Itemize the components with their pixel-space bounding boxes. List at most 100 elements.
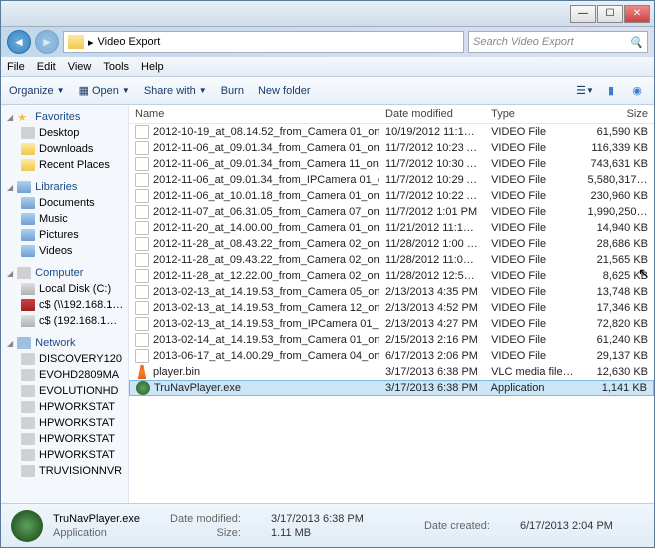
file-row[interactable]: 2013-02-14_at_14.19.53_from_Camera 01_on… (129, 332, 654, 348)
burn-button[interactable]: Burn (221, 85, 244, 97)
sidebar-item-network-5[interactable]: HPWORKSTAT (1, 431, 128, 447)
sidebar-item-desktop[interactable]: Desktop (1, 125, 128, 141)
drive-icon (21, 283, 35, 295)
breadcrumb-folder[interactable]: Video Export (98, 36, 161, 48)
file-date: 2/13/2013 4:52 PM (379, 302, 485, 314)
sidebar-item-recent[interactable]: Recent Places (1, 157, 128, 173)
file-size: 14,940 KB (582, 222, 654, 234)
close-button[interactable]: ✕ (624, 5, 650, 23)
sidebar-item-network-4[interactable]: HPWORKSTAT (1, 415, 128, 431)
sidebar-item-network-2[interactable]: EVOLUTIONHD (1, 383, 128, 399)
file-row[interactable]: 2012-11-20_at_14.00.00_from_Camera 01_on… (129, 220, 654, 236)
file-row[interactable]: 2013-02-13_at_14.19.53_from_IPCamera 01_… (129, 316, 654, 332)
favorites-group[interactable]: ◢★Favorites (1, 109, 128, 125)
file-name: 2012-11-06_at_09.01.34_from_IPCamera 01_… (153, 174, 379, 186)
file-row[interactable]: TruNavPlayer.exe3/17/2013 6:38 PMApplica… (129, 380, 654, 396)
file-date: 10/19/2012 11:13 … (379, 126, 485, 138)
file-list[interactable]: 2012-10-19_at_08.14.52_from_Camera 01_on… (129, 124, 654, 503)
sidebar-item-netdrive1[interactable]: c$ (\\192.168.1… (1, 297, 128, 313)
open-button[interactable]: ▦Open▼ (79, 84, 130, 97)
file-row[interactable]: 2012-11-06_at_09.01.34_from_Camera 11_on… (129, 156, 654, 172)
file-size: 17,346 KB (582, 302, 654, 314)
network-group[interactable]: ◢Network (1, 335, 128, 351)
file-size: 61,590 KB (582, 126, 654, 138)
libraries-group[interactable]: ◢Libraries (1, 179, 128, 195)
menu-edit[interactable]: Edit (37, 61, 56, 73)
forward-button[interactable]: ► (35, 30, 59, 54)
col-size[interactable]: Size (582, 108, 654, 120)
col-name[interactable]: Name (129, 108, 379, 120)
file-row[interactable]: 2012-11-06_at_09.01.34_from_IPCamera 01_… (129, 172, 654, 188)
sidebar-item-documents[interactable]: Documents (1, 195, 128, 211)
sidebar-item-network-6[interactable]: HPWORKSTAT (1, 447, 128, 463)
computer-icon (21, 353, 35, 365)
file-row[interactable]: player.bin3/17/2013 6:38 PMVLC media fil… (129, 364, 654, 380)
new-folder-button[interactable]: New folder (258, 85, 311, 97)
file-name: TruNavPlayer.exe (154, 382, 241, 394)
sidebar-item-localdisk[interactable]: Local Disk (C:) (1, 281, 128, 297)
file-type: VLC media file (.bi… (485, 366, 581, 378)
file-size: 72,820 KB (582, 318, 654, 330)
file-row[interactable]: 2012-11-06_at_10.01.18_from_Camera 01_on… (129, 188, 654, 204)
file-icon (135, 205, 149, 219)
view-options-button[interactable]: ☰ ▼ (576, 82, 594, 100)
help-button[interactable]: ◉ (628, 82, 646, 100)
file-name: 2013-06-17_at_14.00.29_from_Camera 04_on… (153, 350, 379, 362)
column-headers: Name Date modified Type Size (129, 105, 654, 124)
file-type: Application (485, 382, 581, 394)
sidebar-item-network-7[interactable]: TRUVISIONNVR (1, 463, 128, 479)
file-row[interactable]: 2013-02-13_at_14.19.53_from_Camera 12_on… (129, 300, 654, 316)
menu-help[interactable]: Help (141, 61, 164, 73)
file-date: 11/28/2012 12:56 … (379, 270, 485, 282)
file-row[interactable]: 2012-11-28_at_08.43.22_from_Camera 02_on… (129, 236, 654, 252)
menu-tools[interactable]: Tools (103, 61, 129, 73)
organize-button[interactable]: Organize▼ (9, 85, 65, 97)
sidebar-item-pictures[interactable]: Pictures (1, 227, 128, 243)
computer-group[interactable]: ◢Computer (1, 265, 128, 281)
file-type: VIDEO File (485, 190, 581, 202)
file-name: player.bin (153, 366, 200, 378)
computer-icon (21, 385, 35, 397)
window-controls: — ☐ ✕ (570, 5, 650, 23)
file-icon (135, 317, 149, 331)
sidebar-item-videos[interactable]: Videos (1, 243, 128, 259)
sidebar-item-music[interactable]: Music (1, 211, 128, 227)
file-row[interactable]: 2013-06-17_at_14.00.29_from_Camera 04_on… (129, 348, 654, 364)
file-name: 2012-10-19_at_08.14.52_from_Camera 01_on… (153, 126, 379, 138)
sidebar-item-network-1[interactable]: EVOHD2809MA (1, 367, 128, 383)
address-bar-row: ◄ ► ▸ Video Export Search Video Export 🔍 (1, 27, 654, 57)
file-row[interactable]: 2012-11-28_at_12.22.00_from_Camera 02_on… (129, 268, 654, 284)
address-box[interactable]: ▸ Video Export (63, 31, 464, 53)
file-date: 11/28/2012 1:00 PM (379, 238, 485, 250)
file-icon (135, 125, 149, 139)
sidebar-item-network-0[interactable]: DISCOVERY120 (1, 351, 128, 367)
file-icon (135, 301, 149, 315)
library-icon (21, 197, 35, 209)
col-type[interactable]: Type (485, 108, 581, 120)
col-date[interactable]: Date modified (379, 108, 485, 120)
menu-view[interactable]: View (68, 61, 92, 73)
share-button[interactable]: Share with▼ (144, 85, 207, 97)
sidebar-item-netdrive2[interactable]: c$ (192.168.1… (1, 313, 128, 329)
file-date: 11/7/2012 1:01 PM (379, 206, 485, 218)
file-row[interactable]: 2012-11-06_at_09.01.34_from_Camera 01_on… (129, 140, 654, 156)
file-date: 2/13/2013 4:27 PM (379, 318, 485, 330)
sidebar-item-downloads[interactable]: Downloads (1, 141, 128, 157)
file-row[interactable]: 2013-02-13_at_14.19.53_from_Camera 05_on… (129, 284, 654, 300)
file-row[interactable]: 2012-11-28_at_09.43.22_from_Camera 02_on… (129, 252, 654, 268)
menu-file[interactable]: File (7, 61, 25, 73)
file-icon (136, 381, 150, 395)
folder-icon (68, 35, 84, 49)
search-box[interactable]: Search Video Export 🔍 (468, 31, 648, 53)
library-icon (21, 245, 35, 257)
minimize-button[interactable]: — (570, 5, 596, 23)
sidebar-item-network-3[interactable]: HPWORKSTAT (1, 399, 128, 415)
maximize-button[interactable]: ☐ (597, 5, 623, 23)
file-type: VIDEO File (485, 334, 581, 346)
file-row[interactable]: 2012-10-19_at_08.14.52_from_Camera 01_on… (129, 124, 654, 140)
file-row[interactable]: 2012-11-07_at_06.31.05_from_Camera 07_on… (129, 204, 654, 220)
preview-pane-button[interactable]: ▮ (602, 82, 620, 100)
computer-icon (21, 401, 35, 413)
back-button[interactable]: ◄ (7, 30, 31, 54)
file-icon (135, 141, 149, 155)
